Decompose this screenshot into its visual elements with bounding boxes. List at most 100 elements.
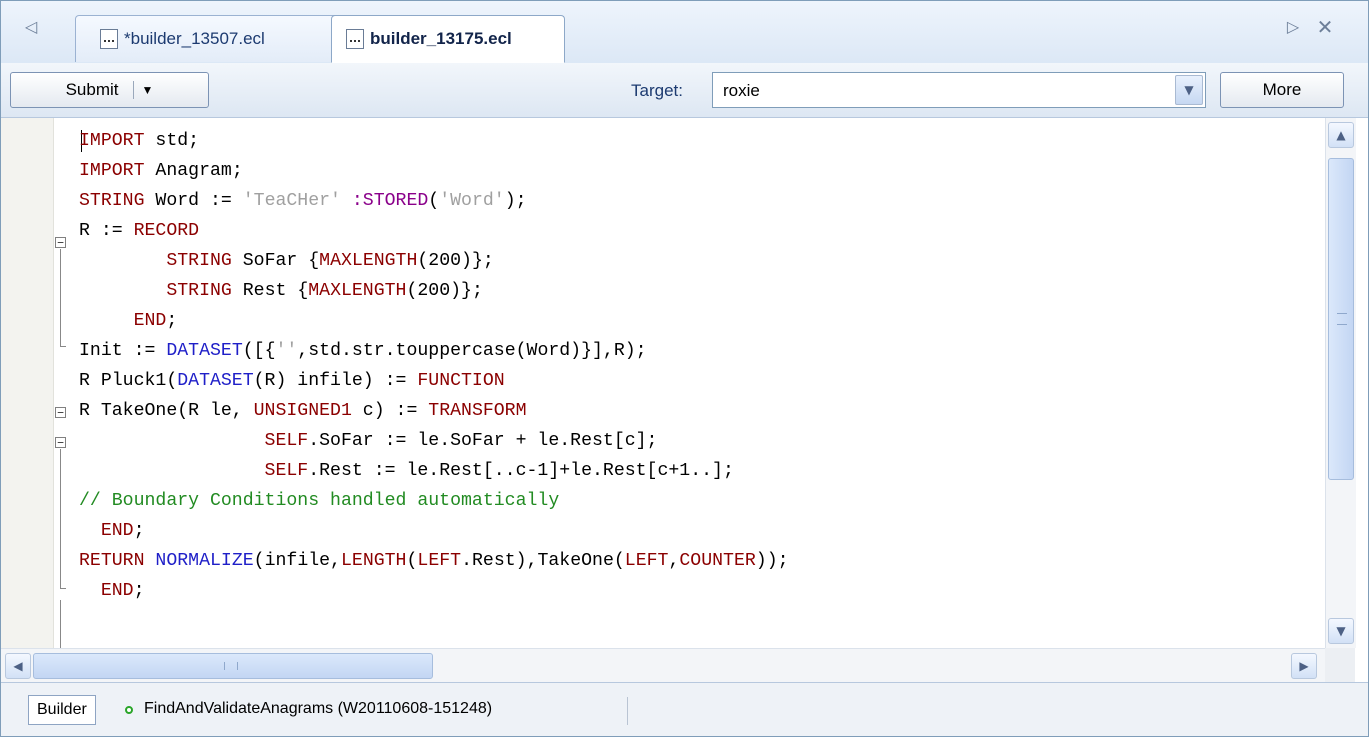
fold-guide bbox=[60, 346, 66, 347]
code-token: ; bbox=[133, 521, 145, 541]
target-select[interactable]: roxie ▼ bbox=[712, 72, 1206, 108]
code-token: 'TeaCHer' bbox=[242, 191, 341, 211]
toolbar: Submit ▼ Target: roxie ▼ More bbox=[1, 63, 1368, 118]
fold-collapse-icon[interactable]: − bbox=[55, 237, 66, 248]
tab-label: *builder_13507.ecl bbox=[124, 29, 265, 48]
builder-tab-label: Builder bbox=[37, 701, 87, 718]
tab-label: builder_13175.ecl bbox=[370, 29, 512, 48]
code-token: (200)}; bbox=[406, 281, 483, 301]
code-token: MAXLENGTH bbox=[319, 251, 418, 271]
code-token: SELF bbox=[264, 431, 309, 451]
code-token: R TakeOne(R le, bbox=[79, 401, 254, 421]
code-token: COUNTER bbox=[679, 551, 756, 571]
submit-button[interactable]: Submit ▼ bbox=[10, 72, 209, 108]
code-token: UNSIGNED1 bbox=[253, 401, 352, 421]
fold-guide bbox=[60, 449, 61, 589]
code-token: 'Word' bbox=[439, 191, 505, 211]
scroll-right-icon[interactable]: ▶ bbox=[1291, 653, 1317, 679]
close-icon[interactable]: ✕ bbox=[1311, 15, 1339, 39]
submit-divider bbox=[132, 81, 134, 99]
code-token: std; bbox=[144, 131, 200, 151]
code-line: END; bbox=[79, 576, 145, 606]
code-token: DATASET bbox=[177, 371, 254, 391]
code-line: // Boundary Conditions handled automatic… bbox=[79, 486, 559, 516]
code-token: STRING bbox=[166, 281, 232, 301]
code-line: R TakeOne(R le, UNSIGNED1 c) := TRANSFOR… bbox=[79, 396, 527, 426]
code-token: .Rest),TakeOne( bbox=[461, 551, 625, 571]
code-token: SELF bbox=[264, 461, 309, 481]
code-token: Word := bbox=[144, 191, 243, 211]
code-token: LEFT bbox=[417, 551, 462, 571]
code-token: NORMALIZE bbox=[155, 551, 254, 571]
scroll-down-icon[interactable]: ▼ bbox=[1328, 618, 1354, 644]
status-bar: Builder FindAndValidateAnagrams (W201106… bbox=[1, 682, 1368, 736]
code-token: ; bbox=[133, 581, 145, 601]
horizontal-scrollbar[interactable]: ◀ ▶ bbox=[1, 648, 1325, 683]
code-token: (200)}; bbox=[417, 251, 494, 271]
status-indicator-icon bbox=[125, 706, 133, 714]
code-token: FUNCTION bbox=[417, 371, 505, 391]
chevron-down-icon[interactable]: ▼ bbox=[1175, 75, 1203, 105]
code-token: :STORED bbox=[340, 191, 429, 211]
code-line: STRING Rest {MAXLENGTH(200)}; bbox=[79, 276, 483, 306]
code-token: ( bbox=[406, 551, 418, 571]
code-line: R := RECORD bbox=[79, 216, 199, 246]
code-token: (infile, bbox=[253, 551, 341, 571]
code-line: END; bbox=[79, 306, 178, 336]
vertical-scroll-thumb[interactable] bbox=[1328, 158, 1354, 480]
chevron-down-icon[interactable]: ▼ bbox=[142, 83, 154, 97]
code-token: )); bbox=[755, 551, 789, 571]
more-button[interactable]: More bbox=[1220, 72, 1344, 108]
code-line: R Pluck1(DATASET(R) infile) := FUNCTION bbox=[79, 366, 505, 396]
code-token: LEFT bbox=[624, 551, 669, 571]
code-token: IMPORT bbox=[79, 161, 145, 181]
code-token: // Boundary Conditions handled automatic… bbox=[79, 491, 560, 511]
code-token: SoFar { bbox=[231, 251, 320, 271]
ecl-builder-window: ◁ *builder_13507.ecl builder_13175.ecl ▷… bbox=[0, 0, 1369, 737]
editor-gutter bbox=[1, 118, 54, 648]
code-token: IMPORT bbox=[79, 131, 145, 151]
code-token: STRING bbox=[79, 191, 145, 211]
scroll-grip bbox=[224, 662, 238, 670]
code-line: Init := DATASET([{'',std.str.touppercase… bbox=[79, 336, 647, 366]
code-token: MAXLENGTH bbox=[308, 281, 407, 301]
code-line: RETURN NORMALIZE(infile,LENGTH(LEFT.Rest… bbox=[79, 546, 789, 576]
tab-scroll-right-icon[interactable]: ▷ bbox=[1281, 17, 1305, 36]
tab-scroll-left-icon[interactable]: ◁ bbox=[19, 17, 43, 36]
scroll-up-icon[interactable]: ▲ bbox=[1328, 122, 1354, 148]
tab-bar: ◁ *builder_13507.ecl builder_13175.ecl ▷… bbox=[1, 1, 1368, 64]
code-editor[interactable]: − − − IMPORT std; IMPORT Anagram; STRING… bbox=[1, 118, 1325, 648]
builder-tab[interactable]: Builder bbox=[28, 695, 96, 725]
fold-collapse-icon[interactable]: − bbox=[55, 407, 66, 418]
submit-label: Submit bbox=[65, 80, 119, 99]
code-token: , bbox=[668, 551, 680, 571]
code-token: ([{ bbox=[242, 341, 276, 361]
code-line: IMPORT Anagram; bbox=[79, 156, 243, 186]
horizontal-scroll-thumb[interactable] bbox=[33, 653, 433, 679]
code-token: ); bbox=[504, 191, 527, 211]
code-token: RECORD bbox=[133, 221, 200, 241]
code-token: R Pluck1( bbox=[79, 371, 178, 391]
code-line: IMPORT std; bbox=[79, 126, 199, 156]
code-token: LENGTH bbox=[340, 551, 407, 571]
tab-builder-13507[interactable]: *builder_13507.ecl bbox=[75, 15, 343, 62]
code-token: TRANSFORM bbox=[428, 401, 527, 421]
workunit-label[interactable]: FindAndValidateAnagrams (W20110608-15124… bbox=[144, 700, 492, 718]
code-token: RETURN bbox=[79, 551, 145, 571]
code-token: Anagram; bbox=[144, 161, 243, 181]
scroll-grip bbox=[1337, 313, 1347, 325]
code-token: ; bbox=[166, 311, 178, 331]
scroll-left-icon[interactable]: ◀ bbox=[5, 653, 31, 679]
tab-builder-13175[interactable]: builder_13175.ecl bbox=[331, 15, 565, 63]
fold-guide bbox=[60, 249, 61, 347]
code-token: (R) infile) := bbox=[253, 371, 418, 391]
vertical-scrollbar[interactable]: ▲ ▼ bbox=[1325, 118, 1356, 648]
fold-collapse-icon[interactable]: − bbox=[55, 437, 66, 448]
fold-guide bbox=[60, 588, 66, 589]
code-line: SELF.SoFar := le.SoFar + le.Rest[c]; bbox=[79, 426, 658, 456]
scrollbar-corner bbox=[1325, 648, 1355, 682]
